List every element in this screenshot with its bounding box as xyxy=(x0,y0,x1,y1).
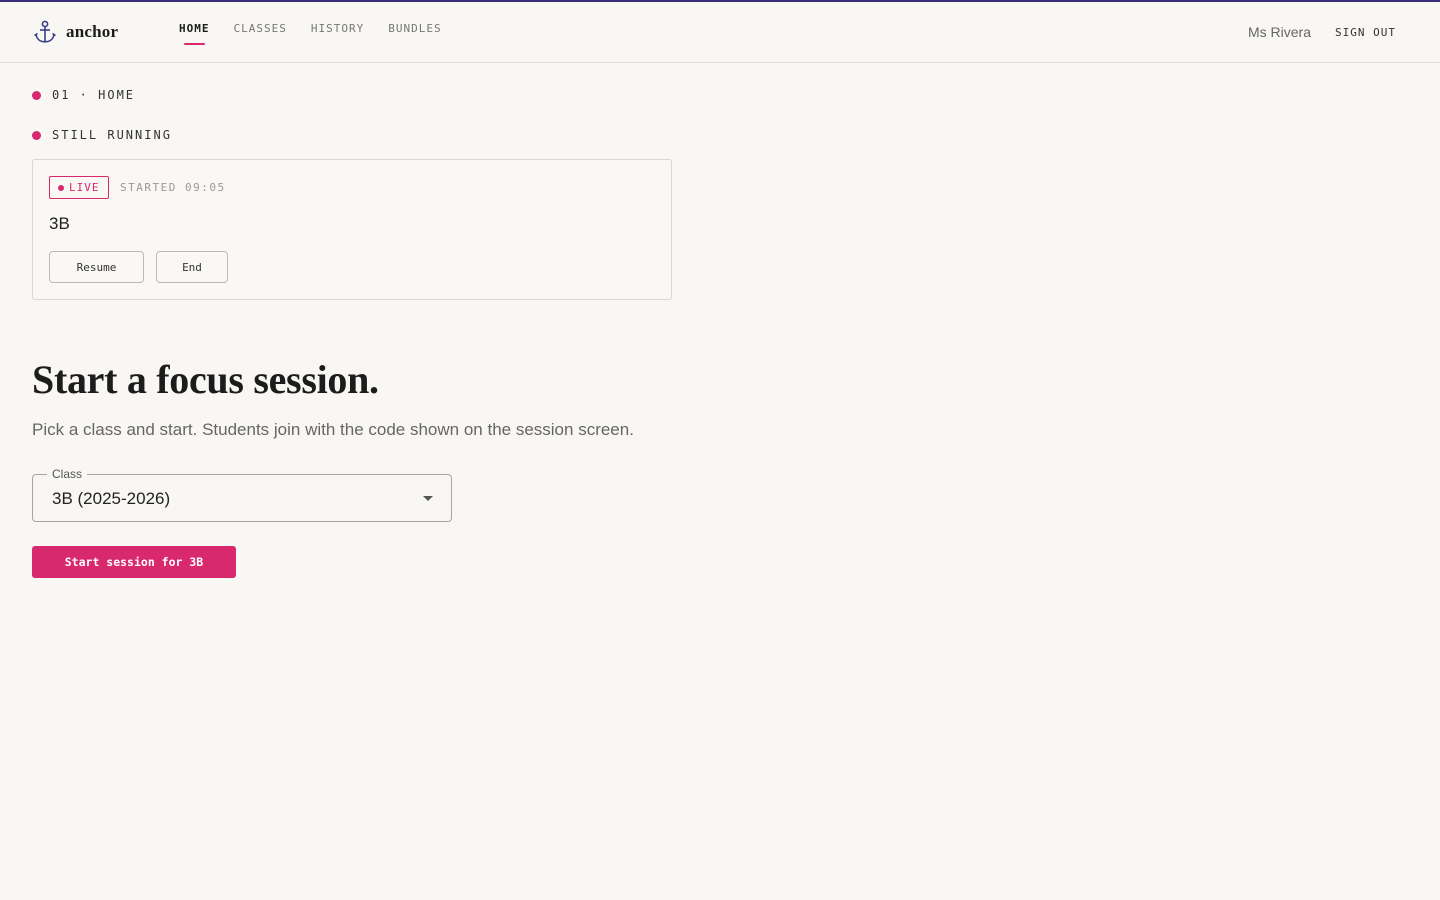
class-select-value: 3B (2025-2026) xyxy=(52,489,171,508)
nav-item-home[interactable]: HOME xyxy=(179,22,210,45)
start-session-button[interactable]: Start session for 3B xyxy=(32,546,236,578)
nav-item-bundles[interactable]: BUNDLES xyxy=(388,22,441,35)
class-select[interactable]: Class 3B (2025-2026) xyxy=(32,467,452,522)
page-subtitle: Pick a class and start. Students join wi… xyxy=(32,420,634,439)
running-session-card: LIVE STARTED 09:05 3B Resume End xyxy=(32,159,672,300)
still-running-heading: STILL RUNNING xyxy=(32,128,172,142)
breadcrumb-dot xyxy=(32,90,41,100)
class-select-label: Class xyxy=(47,467,88,481)
section-dot xyxy=(32,130,41,140)
chevron-down-icon xyxy=(423,496,433,501)
live-dot xyxy=(58,184,64,191)
resume-button[interactable]: Resume xyxy=(49,251,144,283)
sign-out-link[interactable]: SIGN OUT xyxy=(1335,26,1396,39)
app-name: anchor xyxy=(66,22,119,41)
breadcrumb-text: 01 · HOME xyxy=(52,88,136,102)
end-button[interactable]: End xyxy=(156,251,228,283)
still-running-label: STILL RUNNING xyxy=(52,128,172,142)
main-nav: HOME CLASSES HISTORY BUNDLES xyxy=(179,22,466,45)
top-header: anchor HOME CLASSES HISTORY BUNDLES Ms R… xyxy=(0,2,1440,63)
page-title: Start a focus session. xyxy=(32,357,379,402)
nav-item-classes[interactable]: CLASSES xyxy=(234,22,287,35)
session-class-name: 3B xyxy=(49,214,70,233)
user-name: Ms Rivera xyxy=(1248,24,1312,40)
user-area: Ms Rivera SIGN OUT xyxy=(1248,24,1396,40)
anchor-icon xyxy=(34,20,56,43)
breadcrumb: 01 · HOME xyxy=(32,88,135,102)
nav-item-history[interactable]: HISTORY xyxy=(311,22,364,35)
live-label: LIVE xyxy=(69,181,100,194)
session-started-time: STARTED 09:05 xyxy=(120,181,226,194)
live-badge: LIVE xyxy=(49,176,109,199)
brand-logo[interactable]: anchor xyxy=(34,20,118,44)
